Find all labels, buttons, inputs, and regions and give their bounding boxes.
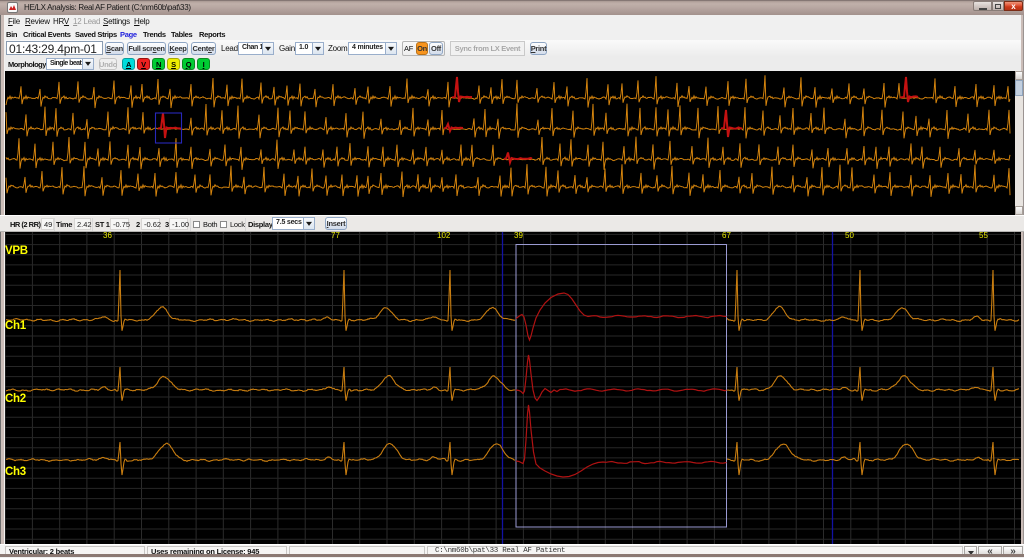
svg-text:39: 39 xyxy=(514,232,523,240)
svg-text:102: 102 xyxy=(437,232,451,240)
svg-text:50: 50 xyxy=(845,232,854,240)
svg-text:Ch3: Ch3 xyxy=(5,466,26,478)
svg-text:Ch1: Ch1 xyxy=(5,320,27,332)
svg-text:67: 67 xyxy=(722,232,731,240)
svg-text:Ch2: Ch2 xyxy=(5,393,26,405)
svg-text:55: 55 xyxy=(979,232,988,240)
svg-text:36: 36 xyxy=(103,232,112,240)
svg-text:VPB: VPB xyxy=(5,245,28,257)
svg-text:77: 77 xyxy=(331,232,340,240)
